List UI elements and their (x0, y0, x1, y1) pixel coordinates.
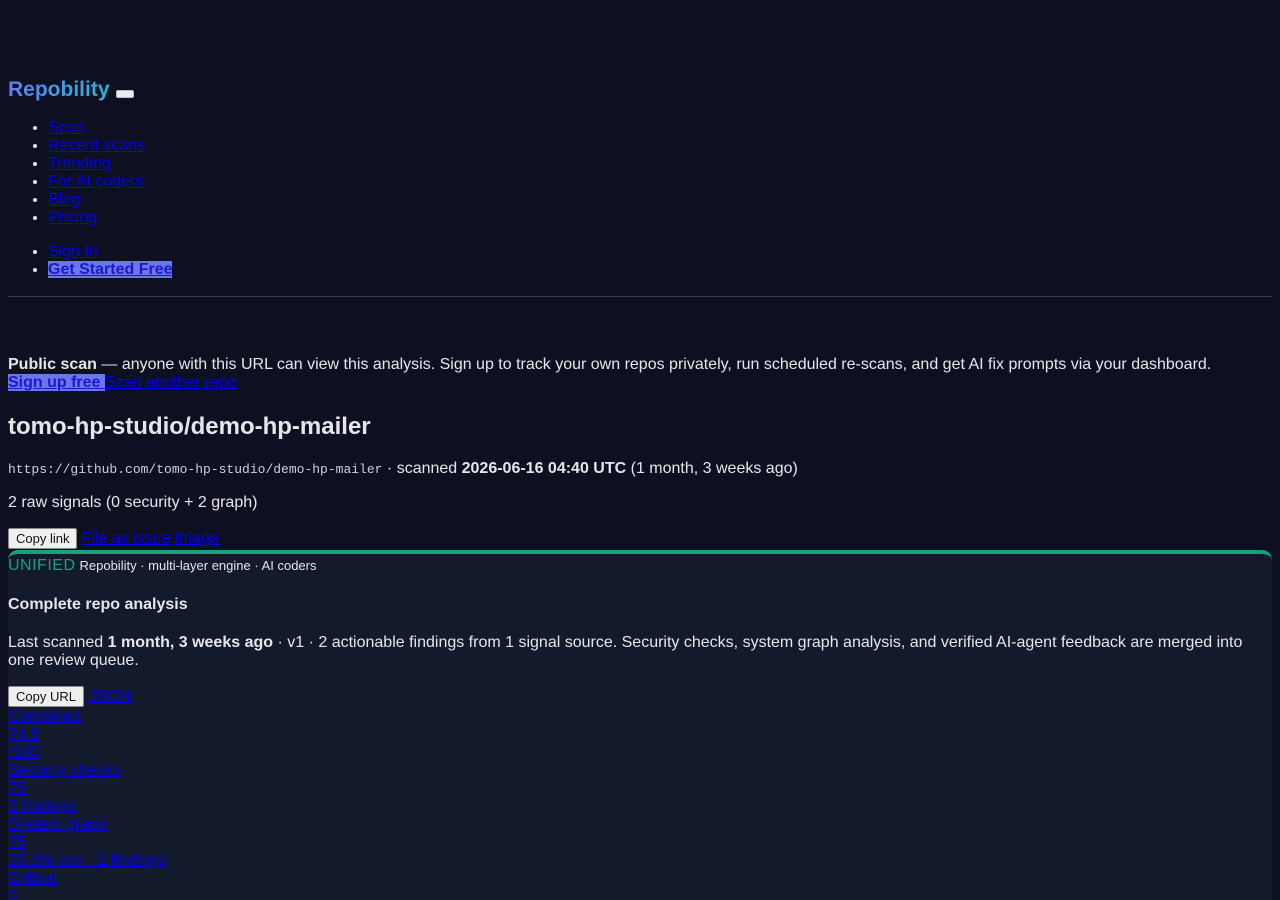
sign-in-link[interactable]: Sign In (48, 243, 98, 260)
desc-when: 1 month, 3 weeks ago (107, 634, 274, 651)
score-graph-label[interactable]: System graph (8, 816, 165, 834)
notice-text: Public scan — anyone with this URL can v… (8, 356, 1272, 374)
nav-item-pricing: Pricing (48, 209, 145, 227)
page-title: tomo-hp-studio/demo-hp-mailer (8, 413, 371, 440)
nav-item-ai-coders: For AI coders (48, 173, 145, 191)
public-scan-notice: Public scan — anyone with this URL can v… (8, 356, 1272, 392)
score-combined-label[interactable]: Combined (8, 708, 165, 726)
copy-link-button[interactable]: Copy link (8, 528, 78, 549)
score-security-label[interactable]: Security checks (8, 762, 165, 780)
unified-badge: UNIFIED (8, 557, 76, 574)
image-link[interactable]: Image (174, 530, 218, 548)
score-critical-label[interactable]: Critical (8, 870, 165, 888)
main-nav: Scan Recent scans Trending For AI coders… (8, 119, 145, 227)
score-graph-value[interactable]: 75 (8, 834, 165, 852)
notice-body: — anyone with this URL can view this ana… (96, 356, 1212, 373)
scan-another-link[interactable]: Scan another repo (105, 374, 237, 391)
nav-item-blog: Blog (48, 191, 145, 209)
nav-link-blog[interactable]: Blog (48, 191, 80, 208)
panel-actions: Copy URL JSON (8, 686, 131, 707)
nav-link-scan[interactable]: Scan (48, 119, 84, 136)
scanned-relative: (1 month, 3 weeks ago) (626, 460, 798, 477)
notice-strong: Public scan (8, 356, 97, 373)
nav-link-recent-scans[interactable]: Recent scans (48, 137, 145, 154)
nav-item-scan: Scan (48, 119, 145, 137)
notice-actions: Sign up free Scan another repo (8, 374, 1272, 392)
scanned-prefix: · scanned (382, 460, 462, 477)
raw-signals-summary: 2 raw signals (0 security + 2 graph) (8, 494, 258, 511)
score-security-sub[interactable]: 0 findings (8, 798, 165, 816)
nav-link-pricing[interactable]: Pricing (48, 209, 97, 226)
desc-prefix: Last scanned (8, 634, 108, 651)
nav-item-trending: Trending (48, 155, 145, 173)
score-security-value[interactable]: 75 (8, 780, 165, 798)
panel-description: Last scanned 1 month, 3 weeks ago · v1 ·… (8, 634, 1272, 670)
file-issue-link[interactable]: File as issue (81, 530, 170, 548)
panel-title: Complete repo analysis (8, 596, 188, 613)
json-link[interactable]: JSON (88, 688, 131, 706)
scanned-timestamp: 2026-06-16 04:40 UTC (461, 460, 627, 477)
auth-nav: Sign In Get Started Free (8, 243, 173, 279)
score-combined-value[interactable]: 74.8 (8, 726, 165, 744)
header-divider (8, 296, 1272, 297)
signup-link[interactable]: Sign up free (8, 374, 105, 391)
page: Repobility Scan Recent scans Trending Fo… (0, 0, 1280, 900)
nav-item-get-started: Get Started Free (48, 261, 173, 279)
score-graph-sub[interactable]: 33.3% cov · 2 findings (8, 852, 165, 870)
nav-link-ai-coders[interactable]: For AI coders (48, 173, 143, 190)
get-started-button[interactable]: Get Started Free (48, 261, 173, 278)
nav-item-recent-scans: Recent scans (48, 137, 145, 155)
scan-actions: Copy link File as issue Image (8, 528, 219, 549)
score-combined-sub[interactable]: /100 (8, 744, 165, 762)
copy-url-button[interactable]: Copy URL (8, 686, 84, 707)
panel-subtitle: Repobility · multi-layer engine · AI cod… (79, 558, 317, 573)
menu-toggle-button[interactable] (115, 90, 134, 98)
score-list: Combined 74.8 /100 Security checks 75 0 … (8, 708, 165, 900)
repo-meta: https://github.com/tomo-hp-studio/demo-h… (8, 460, 798, 478)
nav-link-trending[interactable]: Trending (48, 155, 111, 172)
score-critical-value[interactable]: 0 (8, 888, 165, 900)
repo-url: https://github.com/tomo-hp-studio/demo-h… (8, 462, 383, 477)
unified-analysis-panel: UNIFIED Repobility · multi-layer engine … (8, 550, 1272, 900)
brand-logo[interactable]: Repobility (8, 78, 110, 102)
panel-header: UNIFIED Repobility · multi-layer engine … (8, 557, 317, 575)
brand-row: Repobility (8, 78, 134, 102)
nav-item-sign-in: Sign In (48, 243, 172, 261)
